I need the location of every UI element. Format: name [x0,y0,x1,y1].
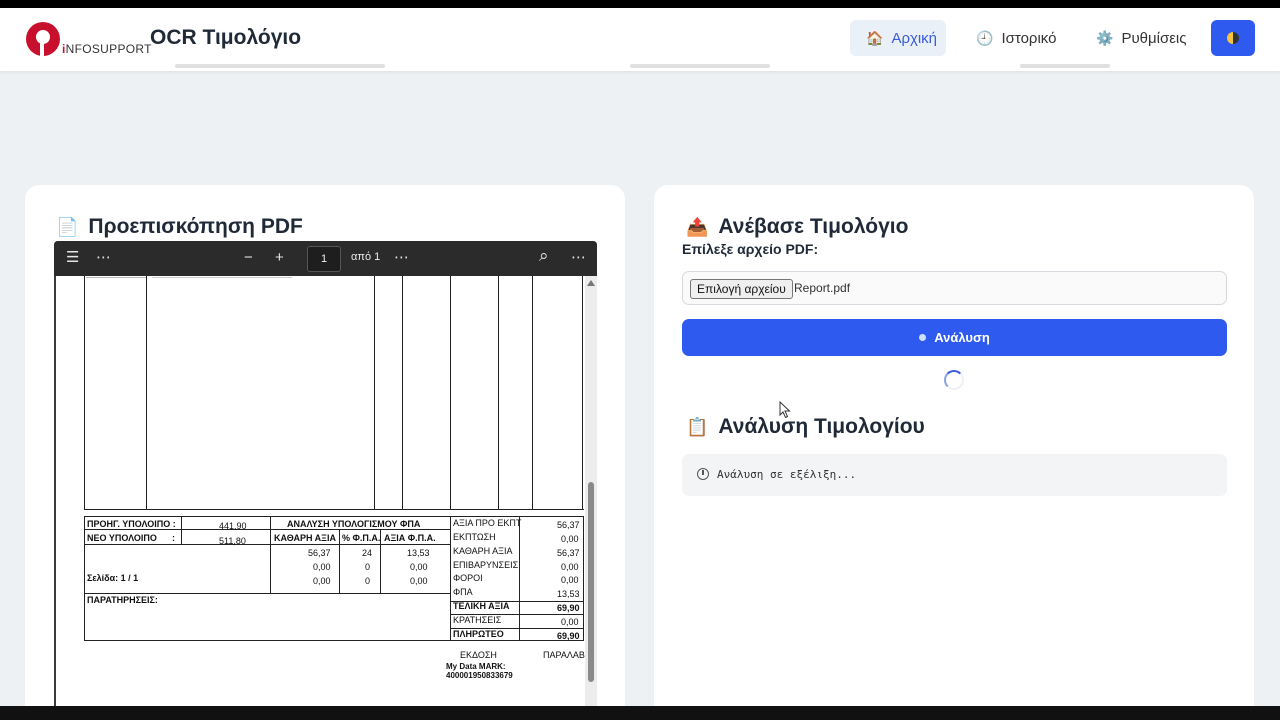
document-icon: 📄 [56,216,79,237]
pdf-preview-title: 📄 Προεπισκόπηση PDF [56,215,303,238]
theme-toggle-button[interactable] [1211,20,1255,56]
file-field-label: Επίλεξε αρχείο PDF: [682,241,819,257]
home-icon: 🏠 [866,29,884,46]
zoom-in-button[interactable]: + [275,249,284,267]
faded-text-artifact [630,64,770,68]
app-window: iNFOSUPPORT OCR Τιμολόγιο 🏠 Αρχική 🕘 Ιστ… [0,8,1280,706]
upload-icon: 📤 [686,216,709,237]
more-tools-icon[interactable]: ⋯ [394,249,409,267]
app-title: OCR Τιμολόγιο [150,26,302,49]
analysis-status-text: Ανάλυση σε εξέλιξη... [717,468,857,481]
loading-spinner-icon [944,370,964,390]
outline-menu-icon[interactable]: ☰ [66,249,79,267]
zoom-out-button[interactable]: − [244,249,253,267]
choose-file-button[interactable]: Επιλογή αρχείου [690,279,793,299]
nav-home[interactable]: 🏠 Αρχική [850,20,946,56]
bottom-edge [0,706,1280,720]
infosupport-logo[interactable]: iNFOSUPPORT [24,20,151,60]
file-input[interactable]: Επιλογή αρχείου Report.pdf [682,271,1227,305]
clipboard-icon: 📋 [686,416,709,437]
nav-settings-label: Ρυθμίσεις [1121,29,1187,47]
pdf-scrollbar[interactable] [585,276,597,706]
nav-home-label: Αρχική [891,29,938,47]
analysis-title: 📋 Ανάλυση Τιμολογίου [686,415,925,438]
page-count: από 1 [351,251,381,263]
overflow-menu-icon[interactable]: ⋯ [571,249,586,267]
loading-dot-icon [919,334,927,341]
analysis-status-box: Ανάλυση σε εξέλιξη... [682,454,1227,496]
clock-icon: 🕘 [976,29,994,46]
gear-icon: ⚙️ [1096,29,1114,46]
page-number-input[interactable]: 1 [307,246,341,272]
nav-history[interactable]: 🕘 Ιστορικό [960,20,1070,56]
clock-icon [697,468,709,480]
analyze-button[interactable]: Ανάλυση [682,319,1227,356]
pdf-viewer[interactable]: ☰ ⋯ − + 1 από 1 ⋯ ⌕ ⋯ ΠΡΟΗΓ. ΥΠΟΛΟΙΠΟ: … [54,241,597,706]
pdf-toolbar: ☰ ⋯ − + 1 από 1 ⋯ ⌕ ⋯ [54,241,597,276]
selected-file-name: Report.pdf [794,281,851,295]
nav-settings[interactable]: ⚙️ Ρυθμίσεις [1080,20,1200,56]
upload-card [654,185,1254,706]
faded-text-artifact [1020,64,1110,68]
logo-text: iNFOSUPPORT [62,42,152,56]
theme-toggle-icon [1227,32,1239,44]
more-options-icon[interactable]: ⋯ [96,249,111,267]
faded-text-artifact [175,64,385,68]
scroll-thumb[interactable] [588,482,594,682]
pdf-page: ΠΡΟΗΓ. ΥΠΟΛΟΙΠΟ : 441,90 ΝΕΟ ΥΠΟΛΟΙΠΟ : … [56,276,585,706]
search-icon[interactable]: ⌕ [539,247,549,265]
scroll-up-arrow-icon[interactable] [587,280,595,286]
nav-history-label: Ιστορικό [1001,29,1057,47]
upload-title: 📤 Ανέβασε Τιμολόγιο [686,215,909,238]
top-navbar: iNFOSUPPORT OCR Τιμολόγιο 🏠 Αρχική 🕘 Ιστ… [0,8,1280,71]
